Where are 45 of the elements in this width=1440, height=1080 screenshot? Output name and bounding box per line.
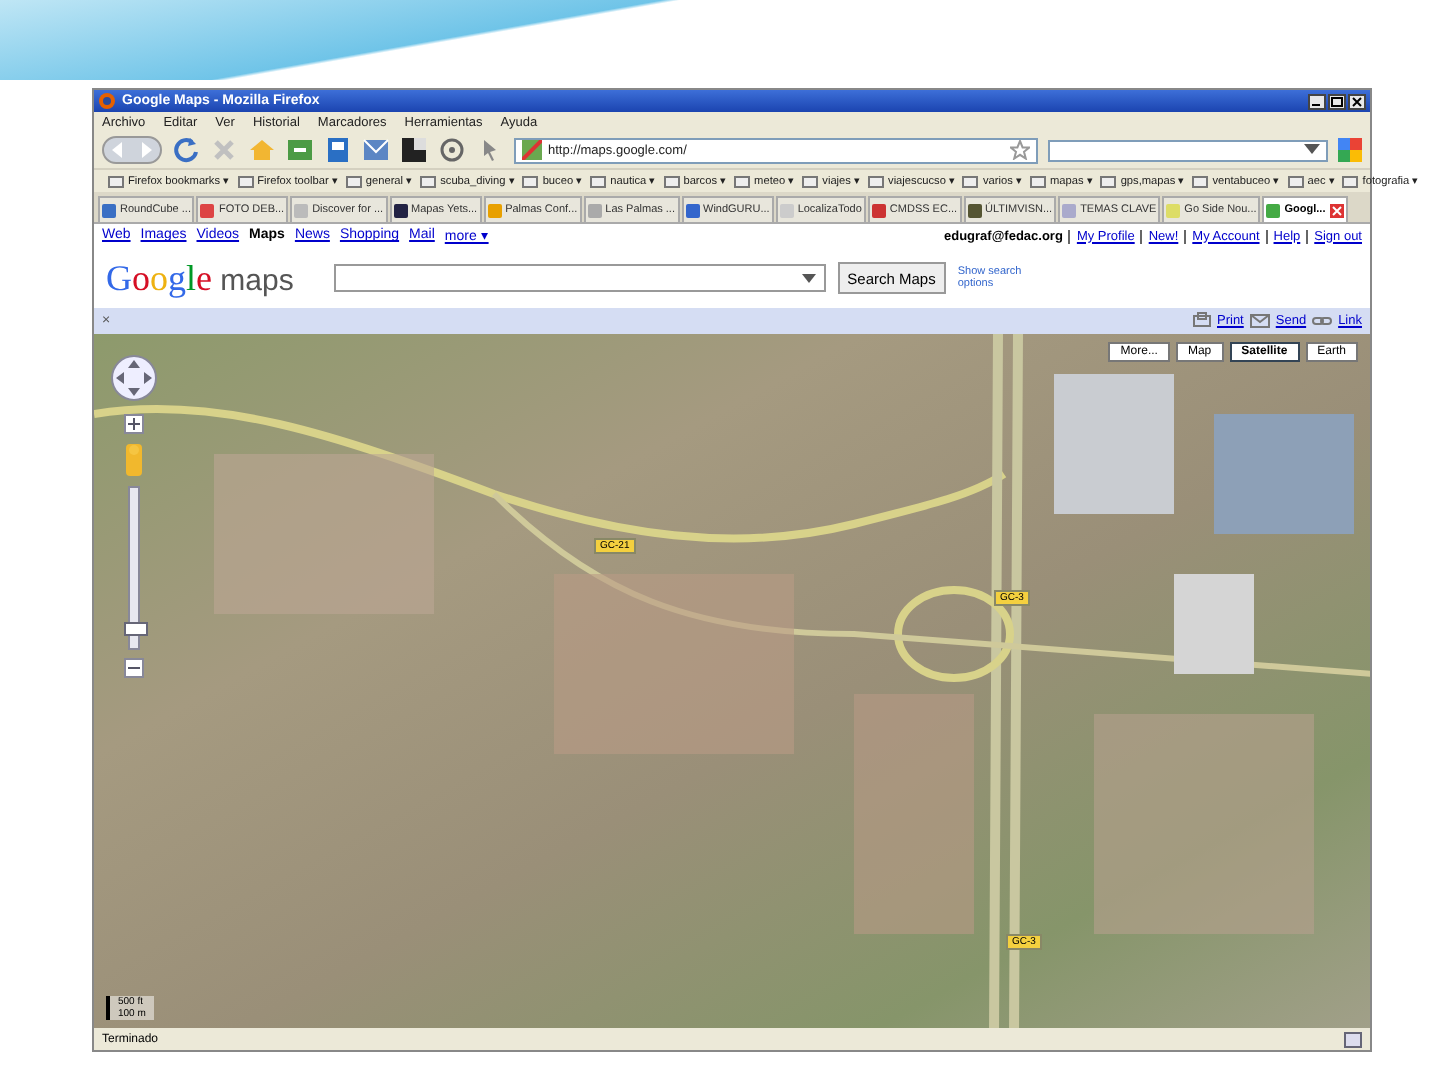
- reload-icon[interactable]: [172, 136, 200, 164]
- caret-icon[interactable]: [801, 273, 816, 283]
- folder-icon[interactable]: [1192, 175, 1209, 187]
- tab-close-icon[interactable]: [1329, 203, 1344, 217]
- folder-icon[interactable]: [962, 175, 979, 187]
- envelope-icon[interactable]: [1249, 312, 1270, 330]
- add-page-icon[interactable]: [286, 136, 314, 164]
- firefox-logo-icon[interactable]: [98, 92, 116, 110]
- search-engine-icon[interactable]: [1338, 138, 1362, 162]
- zoom-out-icon[interactable]: [124, 658, 144, 678]
- chain-link-icon[interactable]: [1312, 312, 1333, 330]
- folder-icon[interactable]: [590, 175, 607, 187]
- caret-icon[interactable]: [1304, 144, 1320, 156]
- folder-icon[interactable]: [1342, 175, 1359, 187]
- folder-icon[interactable]: [802, 175, 819, 187]
- folder-icon[interactable]: [522, 175, 539, 187]
- tab-favicon-icon[interactable]: [967, 203, 982, 217]
- target-icon[interactable]: [438, 136, 466, 164]
- google-maps-logo: Google maps: [106, 257, 294, 299]
- printer-icon[interactable]: [1191, 312, 1211, 330]
- maximize-icon[interactable]: [1328, 93, 1346, 109]
- close-icon[interactable]: [1348, 93, 1366, 109]
- screen-capture-icon[interactable]: [400, 136, 428, 164]
- zoom-in-icon[interactable]: [124, 414, 144, 434]
- folder-icon[interactable]: [1287, 175, 1304, 187]
- folder-icon[interactable]: [663, 175, 680, 187]
- status-icon[interactable]: [1344, 1031, 1362, 1047]
- folder-icon[interactable]: [868, 175, 885, 187]
- folder-icon[interactable]: [345, 175, 362, 187]
- bookmark-star-icon[interactable]: [1010, 140, 1030, 160]
- folder-icon[interactable]: [734, 175, 751, 187]
- minimize-icon[interactable]: [1308, 93, 1326, 109]
- mail-icon[interactable]: [362, 136, 390, 164]
- search-field[interactable]: [1048, 139, 1328, 161]
- folder-icon[interactable]: [1100, 175, 1117, 187]
- map-search-field[interactable]: [333, 264, 826, 292]
- save-icon[interactable]: [324, 136, 352, 164]
- tab-favicon-icon[interactable]: [393, 203, 408, 217]
- folder-icon[interactable]: [1029, 175, 1046, 187]
- slider-thumb[interactable]: [124, 621, 148, 636]
- back-forward-icon[interactable]: [102, 136, 162, 164]
- pan-control-icon[interactable]: [110, 354, 158, 402]
- folder-icon[interactable]: [237, 175, 254, 187]
- folder-icon[interactable]: [108, 175, 124, 187]
- folder-icon[interactable]: [420, 175, 437, 187]
